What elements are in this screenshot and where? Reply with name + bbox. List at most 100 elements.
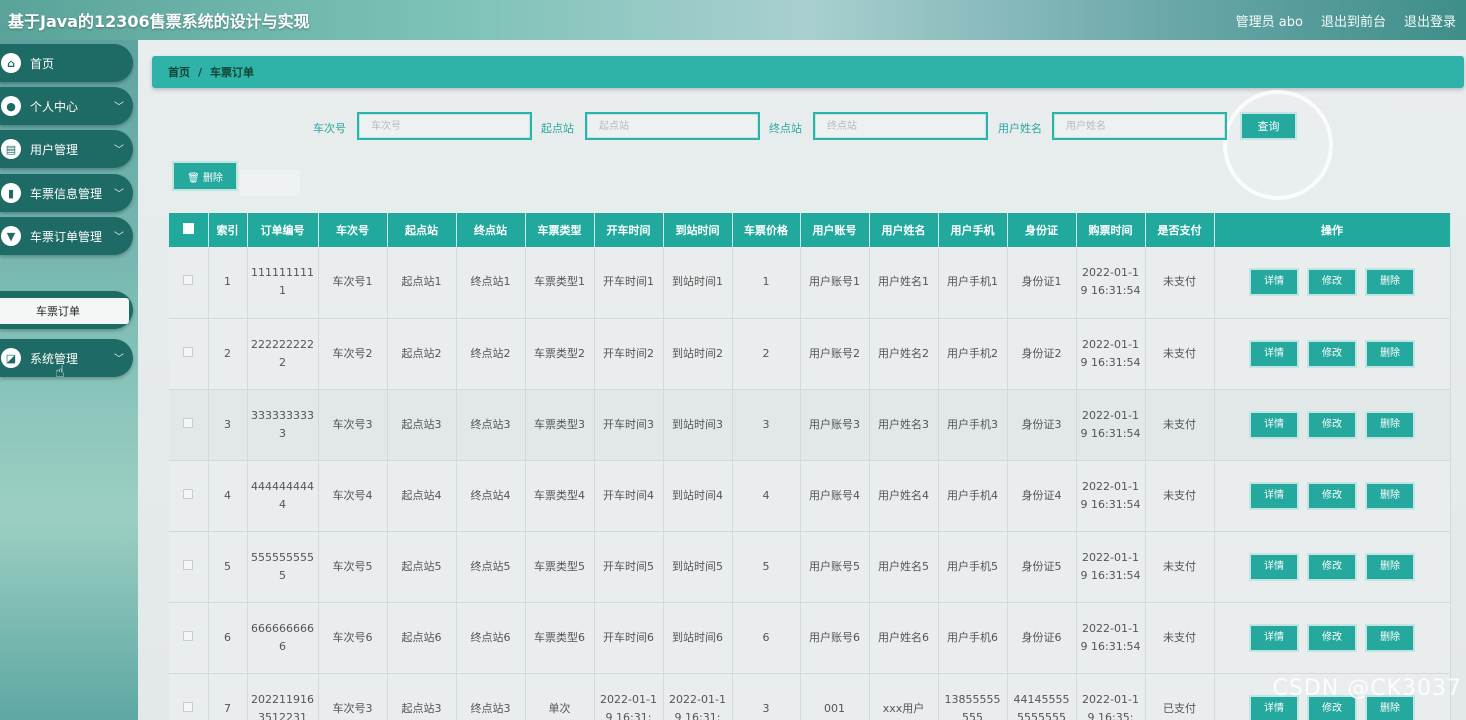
row-checkbox[interactable] [183,417,194,428]
chevron-down-icon: ﹀ [114,145,124,156]
table-cell: 用户手机3 [938,389,1008,461]
row-checkbox[interactable] [183,488,194,499]
breadcrumb: 首页 / 车票订单 [152,56,1464,88]
sidebar: ⌂首页●个人中心﹀▤用户管理﹀▮车票信息管理﹀▼车票订单管理﹀▬退票信息管理﹀◪… [0,40,138,720]
delete-button[interactable]: 删除 [1365,552,1415,581]
table-cell: 开车时间5 [594,531,664,603]
clock-decoration [1223,90,1333,200]
sidebar-item-7[interactable]: ◪ 系统管理 ﹀ [0,339,133,377]
logout-link[interactable]: 退出登录 [1404,11,1456,30]
table-cell: 开车时间6 [594,602,664,674]
home-icon: ⌂ [1,53,21,73]
table-cell: 2022-01-19 16:35: [1076,673,1146,720]
user-icon: ● [1,96,21,116]
edit-button[interactable]: 修改 [1307,410,1357,439]
table-cell: xxx用户 [869,673,939,720]
start-station-label: 起点站 [541,122,574,135]
table-cell: 5 [208,531,248,603]
end-station-input[interactable] [813,112,988,140]
select-all-checkbox[interactable] [182,223,194,234]
sidebar-item-5[interactable]: ▼ 车票订单管理 ﹀ [0,217,133,255]
delete-button[interactable]: 删除 [1365,623,1415,652]
table-cell: 2022-01-19 16:31: [663,673,733,720]
exit-to-front-link[interactable]: 退出到前台 [1321,11,1386,30]
row-checkbox[interactable] [183,630,194,641]
row-checkbox[interactable] [183,275,194,286]
table-cell: 到站时间2 [663,318,733,390]
detail-button[interactable]: 详情 [1249,552,1299,581]
table-row: 7 2022119163512231 车次号3 起点站3 终点站3 单次 2022-01-1… [169,673,1451,720]
column-header: 用户手机 [938,213,1008,247]
table-cell: 起点站5 [387,531,457,603]
table-cell: 车票类型2 [525,318,595,390]
table-cell: 3 [208,389,248,461]
table-cell: 单次 [525,673,595,720]
table-cell: 7 [208,673,248,720]
submenu-item-ticket-orders[interactable]: 车票订单 [0,298,129,324]
bar-chart-icon: ▮ [1,183,21,203]
row-checkbox[interactable] [183,701,194,712]
detail-button[interactable]: 详情 [1249,339,1299,368]
table-cell: 用户姓名5 [869,531,939,603]
user-name-input[interactable] [1052,112,1227,140]
edit-button[interactable]: 修改 [1307,339,1357,368]
sidebar-item-2[interactable]: ● 个人中心 ﹀ [0,87,133,125]
table-cell: 2 [208,318,248,390]
table-row: 2 2222222222 车次号2 起点站2 终点站2 车票类型2 开车时间2 到站时间2 2 用… [169,318,1451,390]
chevron-down-icon: ﹀ [114,354,124,365]
row-checkbox-cell [169,318,209,390]
chart-icon: ◪ [1,348,21,368]
breadcrumb-separator: / [198,65,203,79]
table-cell: 6666666666 [247,602,319,674]
table-cell: 终点站2 [456,318,526,390]
column-header: 车次号 [318,213,388,247]
query-button[interactable]: 查询 [1240,112,1297,140]
start-station-input[interactable] [585,112,760,140]
row-checkbox-cell [169,389,209,461]
delete-button[interactable]: 删除 [1365,339,1415,368]
row-checkbox[interactable] [183,559,194,570]
table-cell: 用户姓名1 [869,247,939,319]
detail-button[interactable]: 详情 [1249,481,1299,510]
actions-cell: 详情 修改 删除 [1214,602,1451,674]
row-checkbox[interactable] [183,346,194,357]
detail-button[interactable]: 详情 [1249,410,1299,439]
detail-button[interactable]: 详情 [1249,268,1299,297]
delete-button[interactable]: 删除 [1365,268,1415,297]
app-title: 基于Java的12306售票系统的设计与实现 [8,12,310,31]
table-cell: 2022-01-19 16:31: [594,673,664,720]
edit-button[interactable]: 修改 [1307,552,1357,581]
table-cell: 用户账号6 [800,602,870,674]
end-station-label: 终点站 [769,122,802,135]
row-checkbox-cell [169,531,209,603]
column-header: 订单编号 [247,213,319,247]
row-checkbox-cell [169,602,209,674]
delete-button[interactable]: 删除 [1365,481,1415,510]
table-row: 1 1111111111 车次号1 起点站1 终点站1 车票类型1 开车时间1 到站时间1 1 用… [169,247,1451,319]
select-all-checkbox-cell [169,213,209,247]
breadcrumb-home[interactable]: 首页 [168,64,190,80]
table-cell: 用户手机2 [938,318,1008,390]
table-cell: 用户账号4 [800,460,870,532]
table-cell: 用户姓名4 [869,460,939,532]
column-header: 身份证 [1007,213,1077,247]
sidebar-item-4[interactable]: ▮ 车票信息管理 ﹀ [0,174,133,212]
admin-user-link[interactable]: 管理员 abo [1236,11,1303,30]
table-cell: 用户账号1 [800,247,870,319]
table-cell: 起点站4 [387,460,457,532]
train-number-input[interactable] [357,112,532,140]
chevron-down-icon: ﹀ [114,189,124,200]
edit-button[interactable]: 修改 [1307,268,1357,297]
sidebar-item-1[interactable]: ⌂ 首页 [0,44,133,82]
detail-button[interactable]: 详情 [1249,623,1299,652]
edit-button[interactable]: 修改 [1307,481,1357,510]
sidebar-item-3[interactable]: ▤ 用户管理 ﹀ [0,130,133,168]
delete-button[interactable]: 删除 [1365,410,1415,439]
table-cell: 1111111111 [247,247,319,319]
table-cell: 1 [208,247,248,319]
table-cell: 到站时间6 [663,602,733,674]
edit-button[interactable]: 修改 [1307,623,1357,652]
table-row: 6 6666666666 车次号6 起点站6 终点站6 车票类型6 开车时间6 到站时间6 6 用… [169,602,1451,674]
table-cell: 车次号2 [318,318,388,390]
batch-delete-button[interactable]: 🗑 删除 [172,161,238,191]
